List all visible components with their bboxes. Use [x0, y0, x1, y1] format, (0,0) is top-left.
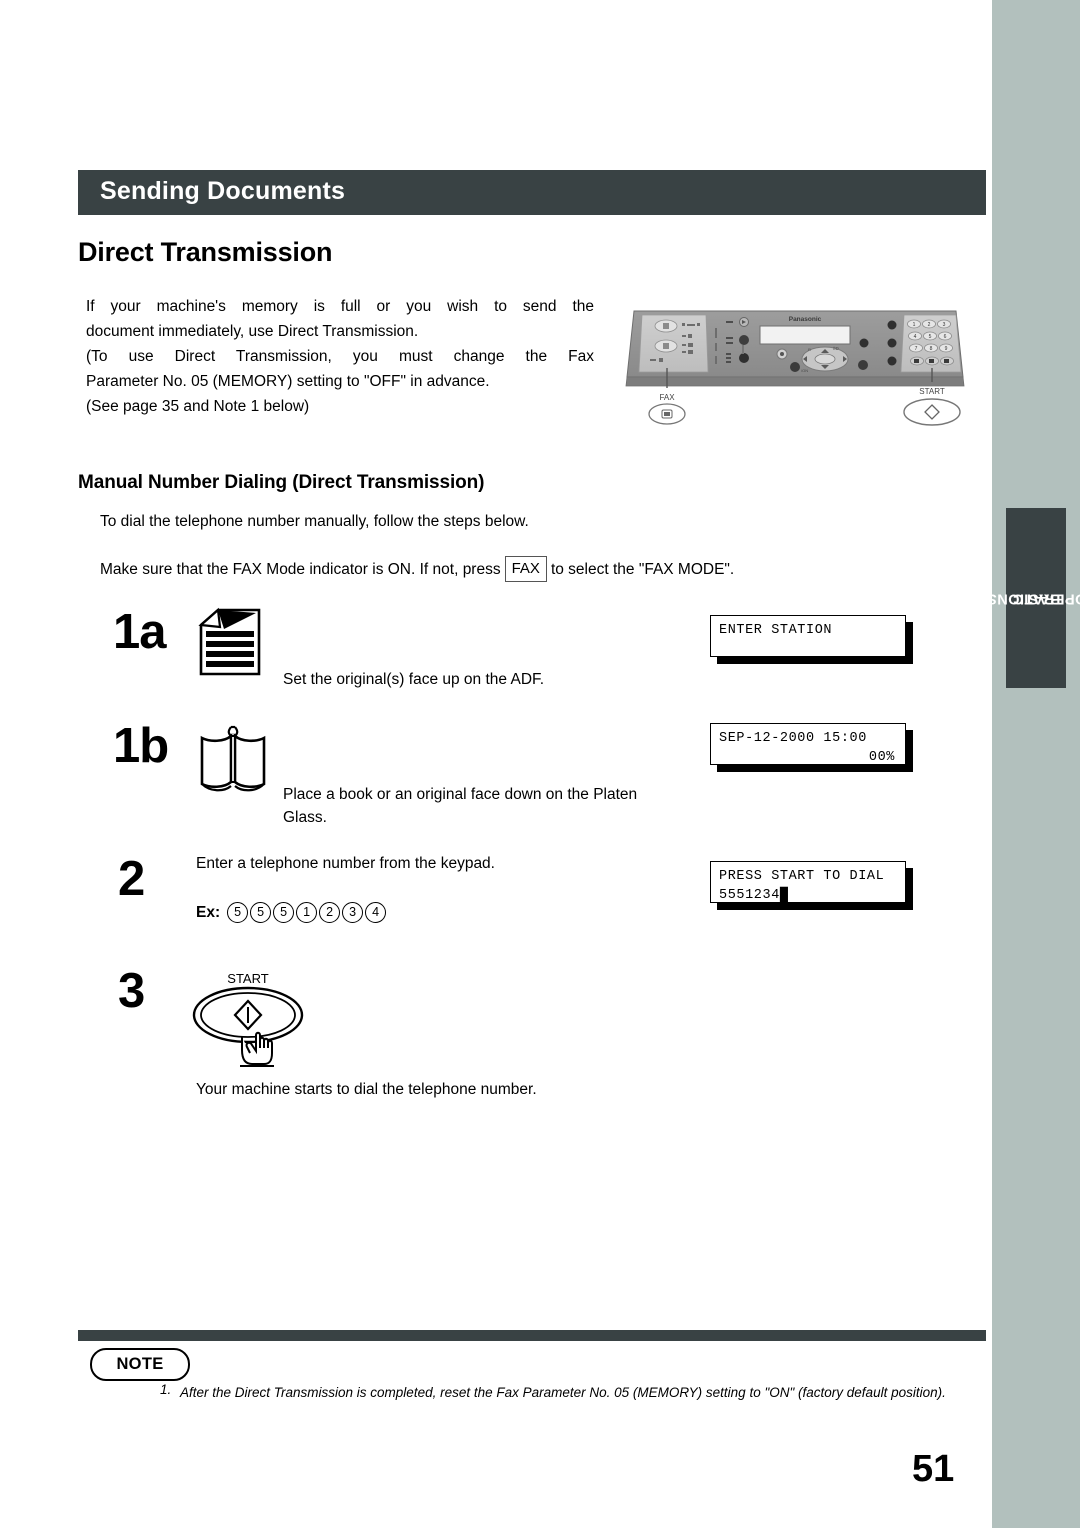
- step-text-1a: Set the original(s) face up on the ADF.: [283, 671, 545, 688]
- lcd-line-1: ENTER STATION: [719, 623, 833, 638]
- svg-text:3: 3: [943, 322, 946, 328]
- keypad-digit: 1: [296, 902, 318, 923]
- lcd-line-1: SEP-12-2000 15:00: [719, 731, 867, 746]
- side-tab-basic-operations: BASIC OPERATIONS: [986, 508, 1080, 688]
- svg-text:START: START: [919, 387, 945, 396]
- note-number: 1.: [160, 1382, 172, 1397]
- fax-button-key[interactable]: FAX: [504, 556, 547, 582]
- keypad-digit: 3: [342, 902, 364, 923]
- keypad-digit: 2: [319, 902, 341, 923]
- keypad-digit: 5: [227, 902, 249, 923]
- intro-line-2: document immediately, use Direct Transmi…: [86, 323, 419, 340]
- manual-page: Sending Documents Direct Transmission If…: [0, 0, 1080, 1528]
- lcd-display-standby: SEP-12-2000 15:00 00%: [710, 723, 906, 765]
- keypad-example-row: Ex: 5 5 5 1 2 3 4: [196, 902, 388, 923]
- document-face-up-icon: [196, 607, 272, 684]
- svg-text:6: 6: [944, 334, 947, 340]
- svg-text:/ID: /ID: [833, 346, 840, 351]
- brand-label: Panasonic: [789, 316, 822, 323]
- fax-key-callout: FAX: [648, 368, 718, 437]
- lcd-display-enter-station: ENTER STATION: [710, 615, 906, 657]
- svg-text:8: 8: [930, 346, 933, 352]
- page-number: 51: [912, 1448, 955, 1490]
- step-text-1b: Place a book or an original face down on…: [283, 786, 638, 826]
- intro-line-1: If your machine's memory is full or you …: [86, 298, 594, 315]
- example-label: Ex:: [196, 903, 221, 921]
- lcd-display-press-start: PRESS START TO DIAL 5551234█: [710, 861, 906, 903]
- side-tab-line-2: OPERATIONS: [986, 590, 1080, 607]
- svg-text:4: 4: [914, 334, 917, 340]
- fax-instruction-suffix: to select the "FAX MODE".: [550, 561, 735, 578]
- svg-text:7: 7: [915, 346, 918, 352]
- svg-text:5: 5: [929, 334, 932, 340]
- open-book-icon: [196, 722, 278, 805]
- step-number-2: 2: [118, 852, 146, 906]
- svg-text:/ON: /ON: [801, 368, 808, 373]
- lcd-line-2: 5551234█: [719, 888, 789, 903]
- note-text: After the Direct Transmission is complet…: [180, 1385, 946, 1400]
- note-badge: NOTE: [90, 1348, 190, 1381]
- keypad-digit: 4: [365, 902, 387, 923]
- keypad-digit: 5: [273, 902, 295, 923]
- keypad-digit: 5: [250, 902, 272, 923]
- start-key-callout: START: [890, 368, 974, 437]
- svg-text:R: R: [808, 347, 811, 352]
- svg-text:1: 1: [913, 322, 916, 328]
- intro-line-3: (To use Direct Transmission, you must ch…: [86, 348, 594, 365]
- svg-text:FAX: FAX: [659, 393, 675, 402]
- note-divider-rule: [78, 1330, 986, 1341]
- lead-text: To dial the telephone number manually, f…: [100, 513, 529, 530]
- svg-text:2: 2: [928, 322, 931, 328]
- intro-line-4: Parameter No. 05 (MEMORY) setting to "OF…: [86, 373, 490, 390]
- lcd-line-1: PRESS START TO DIAL: [719, 869, 885, 884]
- page-title: Sending Documents: [100, 177, 346, 205]
- step-number-3: 3: [118, 964, 146, 1018]
- section-heading: Direct Transmission: [78, 237, 333, 267]
- start-button-press-icon: START: [190, 965, 320, 1080]
- step-number-1a: 1a: [113, 605, 167, 659]
- start-button-label: START: [227, 971, 268, 986]
- sub-heading: Manual Number Dialing (Direct Transmissi…: [78, 472, 485, 493]
- section-header-bar: Sending Documents: [78, 170, 986, 215]
- svg-text:9: 9: [945, 346, 948, 352]
- lcd-line-2: 00%: [868, 750, 895, 765]
- fax-mode-instruction: Make sure that the FAX Mode indicator is…: [100, 556, 735, 583]
- fax-instruction-prefix: Make sure that the FAX Mode indicator is…: [100, 561, 501, 578]
- step-text-2: Enter a telephone number from the keypad…: [196, 855, 495, 872]
- intro-line-5: (See page 35 and Note 1 below): [86, 398, 310, 415]
- step-number-1b: 1b: [113, 719, 169, 773]
- step-text-3: Your machine starts to dial the telephon…: [196, 1081, 537, 1098]
- right-edge-band: [992, 0, 1080, 1528]
- intro-paragraph: If your machine's memory is full or you …: [86, 294, 594, 419]
